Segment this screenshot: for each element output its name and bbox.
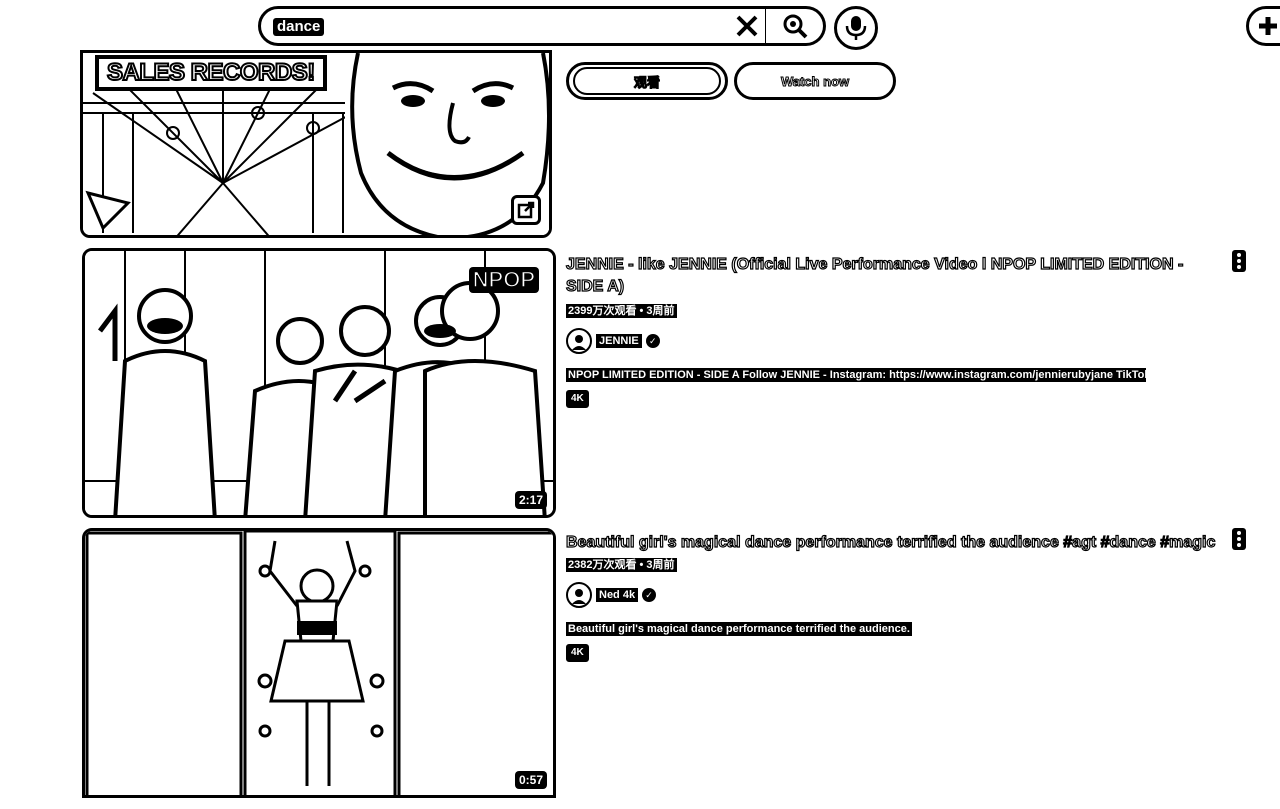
video-2-artwork bbox=[85, 531, 553, 795]
search-icon bbox=[783, 14, 807, 39]
ad-banner-text: SALES RECORDS! bbox=[95, 55, 327, 91]
search-button[interactable] bbox=[766, 6, 826, 46]
channel-name[interactable]: JENNIE bbox=[596, 334, 642, 348]
plus-icon bbox=[1259, 17, 1277, 35]
dot bbox=[1237, 265, 1241, 269]
avatar-icon bbox=[572, 589, 586, 604]
quality-badge-1: 4K bbox=[566, 390, 589, 408]
ad-watch-now-button[interactable]: Watch now bbox=[734, 62, 896, 100]
video-title-1[interactable]: JENNIE - like JENNIE (Official Live Perf… bbox=[565, 254, 1216, 298]
channel-link-1[interactable]: JENNIE ✓ bbox=[566, 328, 660, 354]
dot bbox=[1237, 537, 1241, 541]
search-input[interactable]: dance bbox=[258, 6, 768, 46]
quality-badge-2: 4K bbox=[566, 644, 589, 662]
verified-icon: ✓ bbox=[645, 334, 660, 348]
verified-icon: ✓ bbox=[642, 588, 657, 602]
ad-watch-label-cn: 观看 bbox=[633, 74, 660, 90]
video-thumbnail-2[interactable]: 0:57 bbox=[82, 528, 556, 798]
video-meta-2: 2382万次观看 • 3周前 bbox=[566, 558, 677, 572]
more-options-button-1[interactable] bbox=[1232, 250, 1246, 272]
ad-watch-button-cn[interactable]: 观看 bbox=[566, 62, 728, 100]
ad-watch-now-label: Watch now bbox=[780, 73, 850, 89]
close-icon bbox=[735, 14, 759, 38]
external-link-icon bbox=[517, 201, 535, 219]
video-title-2[interactable]: Beautiful girl's magical dance performan… bbox=[565, 532, 1216, 554]
video-meta-1: 2399万次观看 • 3周前 bbox=[566, 304, 677, 318]
dot bbox=[1237, 259, 1241, 263]
video-thumbnail-1[interactable]: NPOP 2:17 bbox=[82, 248, 556, 518]
video-duration: 0:57 bbox=[514, 771, 547, 789]
create-button[interactable] bbox=[1246, 6, 1280, 46]
channel-link-2[interactable]: Ned 4k ✓ bbox=[566, 582, 657, 608]
clear-search-button[interactable] bbox=[732, 12, 762, 40]
channel-avatar[interactable] bbox=[566, 582, 592, 608]
thumbnail-logo: NPOP bbox=[468, 266, 539, 293]
ad-watch-button-inner: 观看 bbox=[573, 67, 721, 95]
dot bbox=[1237, 531, 1241, 535]
channel-avatar[interactable] bbox=[566, 328, 592, 354]
dot bbox=[1237, 253, 1241, 257]
open-external-icon[interactable] bbox=[511, 195, 541, 225]
more-options-button-2[interactable] bbox=[1232, 528, 1246, 550]
microphone-icon bbox=[845, 16, 867, 40]
voice-search-button[interactable] bbox=[834, 6, 878, 50]
ad-thumbnail[interactable]: SALES RECORDS! bbox=[80, 50, 552, 238]
video-description-1: NPOP LIMITED EDITION - SIDE A Follow JEN… bbox=[566, 368, 1146, 382]
dot bbox=[1237, 543, 1241, 547]
top-bar: dance bbox=[0, 0, 1280, 52]
video-description-2: Beautiful girl's magical dance performan… bbox=[566, 622, 912, 636]
avatar-icon bbox=[572, 335, 586, 350]
search-query-text: dance bbox=[273, 18, 325, 36]
video-duration: 2:17 bbox=[514, 491, 547, 509]
channel-name[interactable]: Ned 4k bbox=[596, 588, 639, 602]
